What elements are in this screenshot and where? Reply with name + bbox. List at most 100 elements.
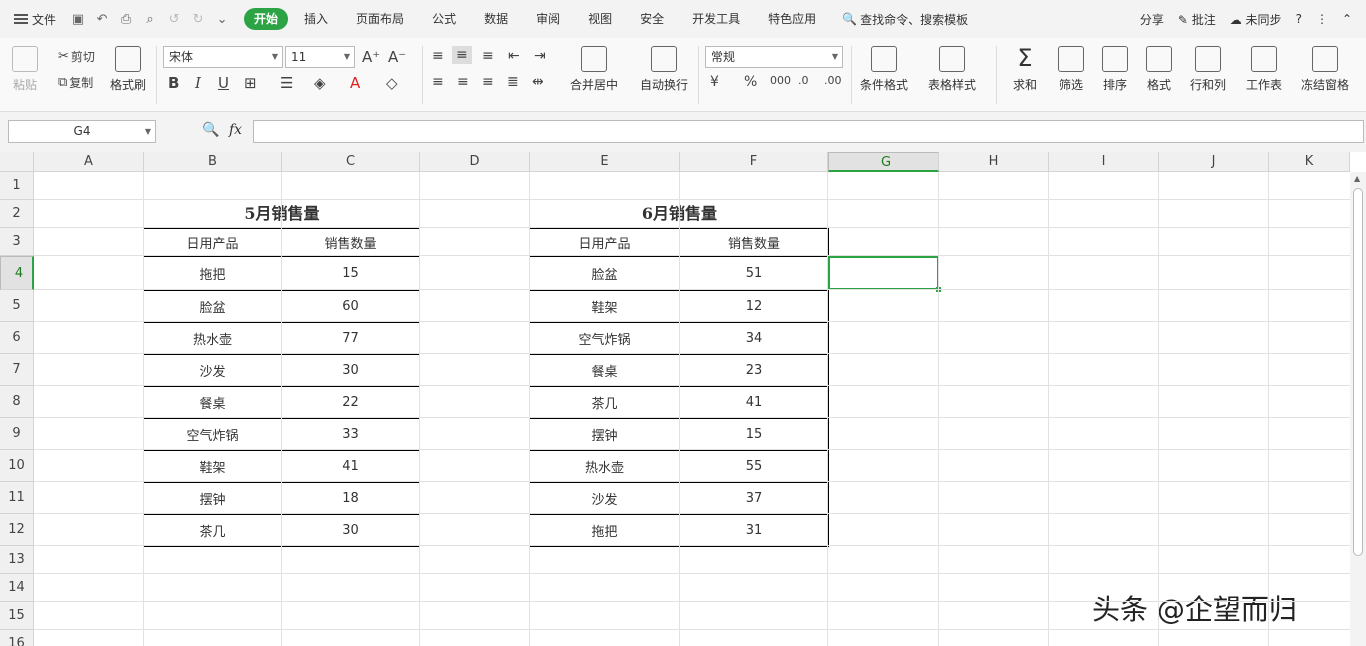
- redo-icon[interactable]: ↻: [189, 10, 207, 28]
- help-icon[interactable]: ?: [1296, 12, 1302, 26]
- col-header-I[interactable]: I: [1049, 152, 1159, 172]
- product-cell[interactable]: 茶几: [143, 514, 282, 547]
- distribute-icon[interactable]: ⇹: [532, 74, 544, 90]
- active-cell-cursor[interactable]: [828, 256, 941, 292]
- share-button[interactable]: 分享: [1140, 11, 1164, 28]
- product-cell[interactable]: 沙发: [143, 354, 282, 387]
- copy-button[interactable]: ⧉ 复制: [58, 74, 93, 91]
- font-color-icon[interactable]: A: [350, 74, 360, 92]
- indent-decrease-icon[interactable]: ⇤: [508, 48, 520, 64]
- table-header[interactable]: 日用产品: [143, 228, 282, 257]
- quantity-cell[interactable]: 55: [679, 450, 829, 483]
- fx-icon[interactable]: fx: [229, 122, 242, 138]
- number-format-select[interactable]: 常规 ▼: [705, 46, 843, 68]
- row-header-2[interactable]: 2: [0, 200, 34, 228]
- product-cell[interactable]: 餐桌: [529, 354, 680, 387]
- font-decrease-icon[interactable]: A⁻: [388, 48, 406, 66]
- tab-6[interactable]: 视图: [576, 8, 624, 30]
- chevron-down-icon[interactable]: ⌄: [213, 10, 231, 28]
- row-header-5[interactable]: 5: [0, 290, 34, 322]
- col-header-C[interactable]: C: [282, 152, 420, 172]
- conditional-format-button[interactable]: 条件格式: [860, 46, 908, 93]
- col-header-F[interactable]: F: [680, 152, 828, 172]
- quantity-cell[interactable]: 30: [281, 354, 420, 387]
- italic-icon[interactable]: I: [195, 74, 201, 92]
- zoom-icon[interactable]: 🔍: [202, 122, 219, 138]
- product-cell[interactable]: 热水壶: [529, 450, 680, 483]
- bold-icon[interactable]: B: [168, 74, 179, 92]
- product-cell[interactable]: 鞋架: [143, 450, 282, 483]
- print-preview-icon[interactable]: ⌕: [141, 10, 159, 28]
- quantity-cell[interactable]: 77: [281, 322, 420, 355]
- table-header[interactable]: 销售数量: [281, 228, 420, 257]
- comment-button[interactable]: ✎ 批注: [1178, 11, 1216, 28]
- underline-icon[interactable]: U: [218, 74, 229, 92]
- product-cell[interactable]: 脸盆: [143, 290, 282, 323]
- quantity-cell[interactable]: 18: [281, 482, 420, 515]
- undo-icon[interactable]: ↺: [165, 10, 183, 28]
- product-cell[interactable]: 拖把: [529, 514, 680, 547]
- cut-button[interactable]: ✂ 剪切: [58, 48, 95, 65]
- cell-style-icon[interactable]: ☰: [280, 74, 293, 92]
- row-header-13[interactable]: 13: [0, 546, 34, 574]
- increase-decimal-icon[interactable]: .0: [798, 74, 809, 87]
- collapse-ribbon-icon[interactable]: ⌃: [1342, 12, 1352, 26]
- quantity-cell[interactable]: 22: [281, 386, 420, 419]
- sort-button[interactable]: 排序: [1102, 46, 1128, 93]
- quantity-cell[interactable]: 51: [679, 256, 829, 291]
- scroll-thumb[interactable]: [1353, 188, 1363, 556]
- col-header-D[interactable]: D: [420, 152, 530, 172]
- row-header-12[interactable]: 12: [0, 514, 34, 546]
- save-icon[interactable]: ▣: [69, 10, 87, 28]
- quantity-cell[interactable]: 30: [281, 514, 420, 547]
- percent-icon[interactable]: %: [744, 74, 757, 90]
- tab-7[interactable]: 安全: [628, 8, 676, 30]
- more-icon[interactable]: ⋮: [1316, 12, 1328, 26]
- product-cell[interactable]: 摆钟: [143, 482, 282, 515]
- spreadsheet-grid[interactable]: 5月销售量 6月销售量 日用产品销售数量拖把15脸盆60热水壶77沙发30餐桌2…: [0, 152, 1366, 646]
- row-header-9[interactable]: 9: [0, 418, 34, 450]
- select-all-corner[interactable]: [0, 152, 34, 172]
- justify-icon[interactable]: ≣: [507, 74, 519, 90]
- align-middle-icon[interactable]: ≡: [452, 46, 472, 64]
- col-header-B[interactable]: B: [144, 152, 282, 172]
- decrease-decimal-icon[interactable]: .00: [824, 74, 842, 87]
- align-right-icon[interactable]: ≡: [482, 74, 494, 90]
- name-box[interactable]: G4 ▼: [8, 120, 156, 143]
- table-header[interactable]: 销售数量: [679, 228, 829, 257]
- thousands-icon[interactable]: 000: [770, 74, 791, 87]
- tab-8[interactable]: 开发工具: [680, 8, 752, 30]
- row-header-14[interactable]: 14: [0, 574, 34, 602]
- row-header-6[interactable]: 6: [0, 322, 34, 354]
- quantity-cell[interactable]: 23: [679, 354, 829, 387]
- border-icon[interactable]: ⊞: [244, 74, 257, 92]
- font-size-select[interactable]: 11 ▼: [285, 46, 355, 68]
- product-cell[interactable]: 摆钟: [529, 418, 680, 451]
- table-style-button[interactable]: 表格样式: [928, 46, 976, 93]
- rows-cols-button[interactable]: 行和列: [1190, 46, 1226, 93]
- quantity-cell[interactable]: 34: [679, 322, 829, 355]
- row-header-8[interactable]: 8: [0, 386, 34, 418]
- sync-button[interactable]: ☁ 未同步: [1230, 11, 1282, 28]
- formula-input[interactable]: [253, 120, 1364, 143]
- freeze-panes-button[interactable]: 冻结窗格: [1301, 46, 1349, 93]
- row-header-11[interactable]: 11: [0, 482, 34, 514]
- row-header-10[interactable]: 10: [0, 450, 34, 482]
- wrap-text-button[interactable]: 自动换行: [640, 46, 688, 93]
- sum-button[interactable]: Σ 求和: [1012, 46, 1038, 93]
- tab-9[interactable]: 特色应用: [756, 8, 828, 30]
- col-header-G[interactable]: G: [828, 152, 939, 172]
- paste-button[interactable]: 粘贴: [12, 46, 38, 93]
- currency-icon[interactable]: ¥: [710, 74, 719, 90]
- product-cell[interactable]: 脸盆: [529, 256, 680, 291]
- row-header-16[interactable]: 16: [0, 630, 34, 646]
- col-header-A[interactable]: A: [34, 152, 144, 172]
- font-increase-icon[interactable]: A⁺: [362, 48, 380, 66]
- col-header-E[interactable]: E: [530, 152, 680, 172]
- row-header-15[interactable]: 15: [0, 602, 34, 630]
- tab-4[interactable]: 数据: [472, 8, 520, 30]
- align-left-icon[interactable]: ≡: [432, 74, 444, 90]
- print-icon[interactable]: ⎙: [117, 10, 135, 28]
- tab-3[interactable]: 公式: [420, 8, 468, 30]
- fill-color-icon[interactable]: ◈: [314, 74, 326, 92]
